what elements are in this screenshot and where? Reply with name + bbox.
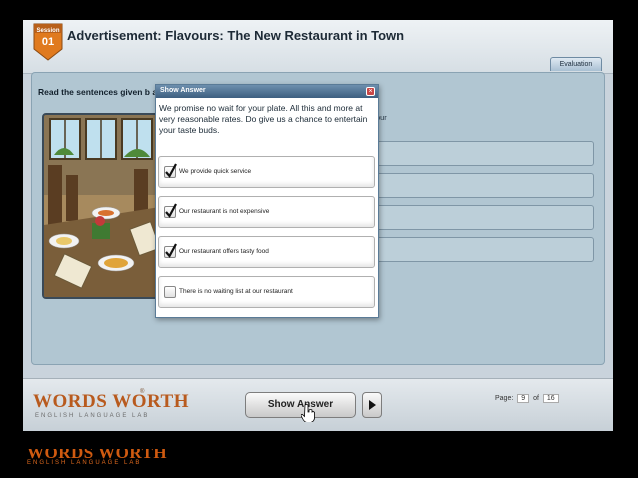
show-answer-dialog: Show Answer × We promise no wait for you… — [155, 84, 379, 318]
next-button[interactable] — [362, 392, 382, 418]
page-of-label: of — [533, 395, 539, 402]
watermark-subtitle: ENGLISH LANGUAGE LAB — [27, 460, 142, 466]
checkbox-4[interactable] — [164, 286, 176, 298]
logo-subtitle: ENGLISH LANGUAGE LAB — [35, 413, 150, 419]
close-button[interactable]: × — [366, 87, 375, 96]
option-label: Our restaurant is not expensive — [179, 208, 270, 215]
dialog-passage: We promise no wait for your plate. All t… — [159, 103, 368, 135]
footer-bar: WORDS WORTH ® ENGLISH LANGUAGE LAB Show … — [23, 378, 613, 431]
answer-field-1[interactable] — [362, 141, 594, 166]
option-label: We provide quick service — [179, 168, 252, 175]
checkbox-1[interactable] — [164, 163, 177, 178]
watermark-logo: WORDS WORTH — [27, 449, 168, 459]
answer-option-1[interactable]: We provide quick service — [158, 156, 375, 188]
answer-field-2[interactable] — [362, 173, 594, 198]
page-current: 9 — [517, 394, 530, 403]
checkbox-2[interactable] — [164, 203, 177, 218]
dialog-title: Show Answer — [160, 87, 206, 94]
restaurant-scene-image — [44, 115, 160, 297]
answer-field-4[interactable] — [362, 237, 594, 262]
restaurant-illustration — [42, 113, 162, 299]
option-label: Our restaurant offers tasty food — [179, 248, 269, 255]
session-label: Session — [36, 28, 60, 34]
checkmark-icon — [165, 243, 177, 258]
page-label: Page: — [495, 395, 514, 402]
play-arrow-icon — [369, 400, 376, 410]
answer-option-2[interactable]: Our restaurant is not expensive — [158, 196, 375, 228]
page-indicator: Page: 9 of 16 — [495, 394, 561, 403]
page-total: 16 — [542, 394, 559, 403]
answer-option-3[interactable]: Our restaurant offers tasty food — [158, 236, 375, 268]
answer-option-4[interactable]: There is no waiting list at our restaura… — [158, 276, 375, 308]
option-label: There is no waiting list at our restaura… — [179, 288, 293, 295]
checkbox-3[interactable] — [164, 243, 177, 258]
logo-trademark: ® — [140, 389, 145, 395]
app-window: Session 01 Advertisement: Flavours: The … — [23, 20, 613, 431]
session-badge: Session 01 — [33, 23, 63, 61]
dialog-titlebar: Show Answer × — [156, 85, 378, 98]
checkmark-icon — [165, 163, 177, 178]
hand-cursor-icon — [301, 404, 315, 422]
checkmark-icon — [165, 203, 177, 218]
tab-evaluation[interactable]: Evaluation — [550, 57, 602, 71]
session-number: 01 — [41, 36, 55, 48]
page-title: Advertisement: Flavours: The New Restaur… — [67, 28, 405, 43]
answer-field-3[interactable] — [362, 205, 594, 230]
wordsworth-logo: WORDS WORTH — [33, 391, 189, 412]
header-bar: Session 01 Advertisement: Flavours: The … — [23, 20, 613, 74]
